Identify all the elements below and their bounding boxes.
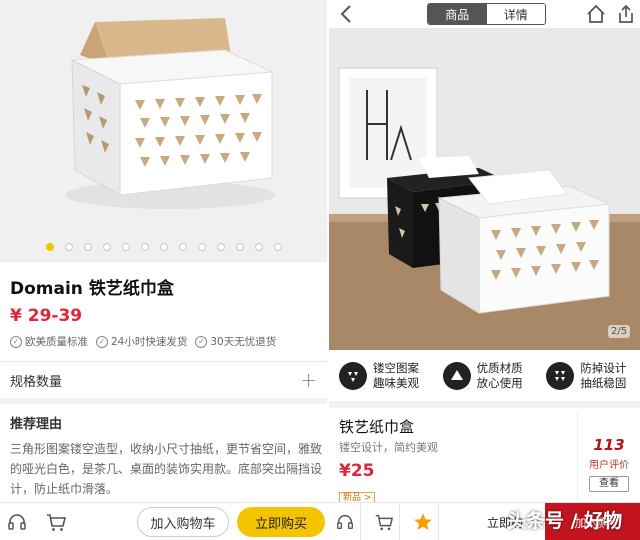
service-item: ✓ 欧美质量标准 [10, 334, 88, 349]
headset-icon[interactable] [4, 509, 30, 535]
carousel-dot[interactable] [121, 243, 130, 251]
recommend-text: 三角形图案镂空造型，收纳小尺寸抽纸，更节省空间，雅致的哑光白色，是茶几、桌面的装… [10, 442, 323, 496]
top-nav-bar: 商品 详情 [329, 0, 640, 28]
star-icon[interactable] [407, 503, 439, 540]
service-label: 24小时快速发货 [111, 336, 188, 348]
product-subtitle: 镂空设计，简约美观 [339, 441, 438, 454]
circle-check-icon: ✓ [96, 335, 108, 348]
plus-icon[interactable]: + [300, 368, 317, 392]
service-label: 30天无忧退货 [210, 336, 277, 348]
service-item: ✓ 24小时快速发货 [96, 334, 187, 349]
service-label: 欧美质量标准 [25, 336, 88, 348]
section-gap [329, 402, 640, 408]
feature-text: 优质材质 放心使用 [476, 360, 523, 390]
product-title: Domain 铁艺纸巾盒 [10, 279, 174, 299]
carousel-dot[interactable] [140, 243, 149, 251]
product-hero-image[interactable] [0, 0, 327, 262]
circle-check-icon: ✓ [10, 335, 22, 348]
circle-check-icon: ✓ [195, 335, 208, 348]
feature-text: 防掉设计 抽纸稳固 [580, 360, 627, 390]
headset-icon[interactable] [329, 503, 361, 540]
recommend-title: 推荐理由 [10, 417, 63, 432]
carousel-dots[interactable] [0, 243, 327, 251]
product-title: 铁艺纸巾盒 [339, 418, 415, 436]
tab-details[interactable]: 详情 [486, 4, 545, 24]
service-item: ✓ 30天无忧退货 [195, 334, 276, 349]
carousel-dot[interactable] [102, 243, 111, 251]
right-product-page: 商品 详情 2/5 镂空图案 趣味美观 优质材质 放心使用 防掉设计 抽纸稳固 … [329, 0, 640, 540]
service-guarantees: ✓ 欧美质量标准 ✓ 24小时快速发货 ✓ 30天无忧退货 [10, 334, 276, 349]
image-page-indicator: 2/5 [608, 325, 631, 338]
carousel-dot[interactable] [178, 243, 187, 251]
feature-item: 优质材质 放心使用 [433, 350, 537, 401]
product-price: ¥25 [339, 461, 375, 481]
tab-goods[interactable]: 商品 [428, 4, 487, 24]
review-count: 113 [593, 436, 625, 454]
carousel-dot[interactable] [197, 243, 206, 251]
anti-drop-icon [546, 361, 575, 390]
quality-material-icon [442, 361, 471, 390]
add-to-cart-button[interactable]: 加入购物车 [137, 507, 229, 537]
review-summary: 113 用户评价 查看 [577, 412, 640, 500]
spec-label: 规格数量 [10, 374, 63, 390]
carousel-dot[interactable] [159, 243, 168, 251]
feature-highlights: 镂空图案 趣味美观 优质材质 放心使用 防掉设计 抽纸稳固 [329, 350, 640, 402]
section-gap [0, 398, 327, 404]
carousel-dot[interactable] [216, 243, 225, 251]
back-icon[interactable] [337, 3, 357, 25]
spec-quantity-row[interactable]: 规格数量 + [0, 362, 327, 398]
share-icon[interactable] [615, 3, 637, 25]
product-price: ¥ 29-39 [10, 306, 83, 326]
hollow-pattern-icon [339, 361, 367, 390]
carousel-dot[interactable] [273, 243, 282, 251]
feature-item: 镂空图案 趣味美观 [329, 350, 433, 401]
cart-icon[interactable] [368, 503, 400, 540]
review-label: 用户评价 [589, 460, 629, 471]
segment-tabs: 商品 详情 [427, 3, 546, 25]
product-lifestyle-photo[interactable] [329, 28, 640, 350]
bottom-action-bar: 加入购物车 立即购买 [0, 502, 327, 540]
carousel-dot[interactable] [235, 243, 244, 251]
feature-text: 镂空图案 趣味美观 [373, 360, 419, 390]
buy-now-button[interactable]: 立即购买 [237, 507, 325, 537]
cart-icon[interactable] [43, 509, 69, 535]
watermark: 头条号 / 好物 [507, 510, 623, 532]
carousel-dot[interactable] [45, 243, 54, 251]
tissue-box-white-image [0, 0, 327, 262]
carousel-dot[interactable] [64, 243, 73, 251]
home-icon[interactable] [585, 3, 607, 25]
feature-item: 防掉设计 抽纸稳固 [536, 350, 640, 401]
carousel-dot[interactable] [254, 243, 263, 251]
left-product-page: Domain 铁艺纸巾盒 ¥ 29-39 ✓ 欧美质量标准 ✓ 24小时快速发货… [0, 0, 327, 540]
carousel-dot[interactable] [83, 243, 92, 251]
view-reviews-button[interactable]: 查看 [589, 476, 629, 492]
